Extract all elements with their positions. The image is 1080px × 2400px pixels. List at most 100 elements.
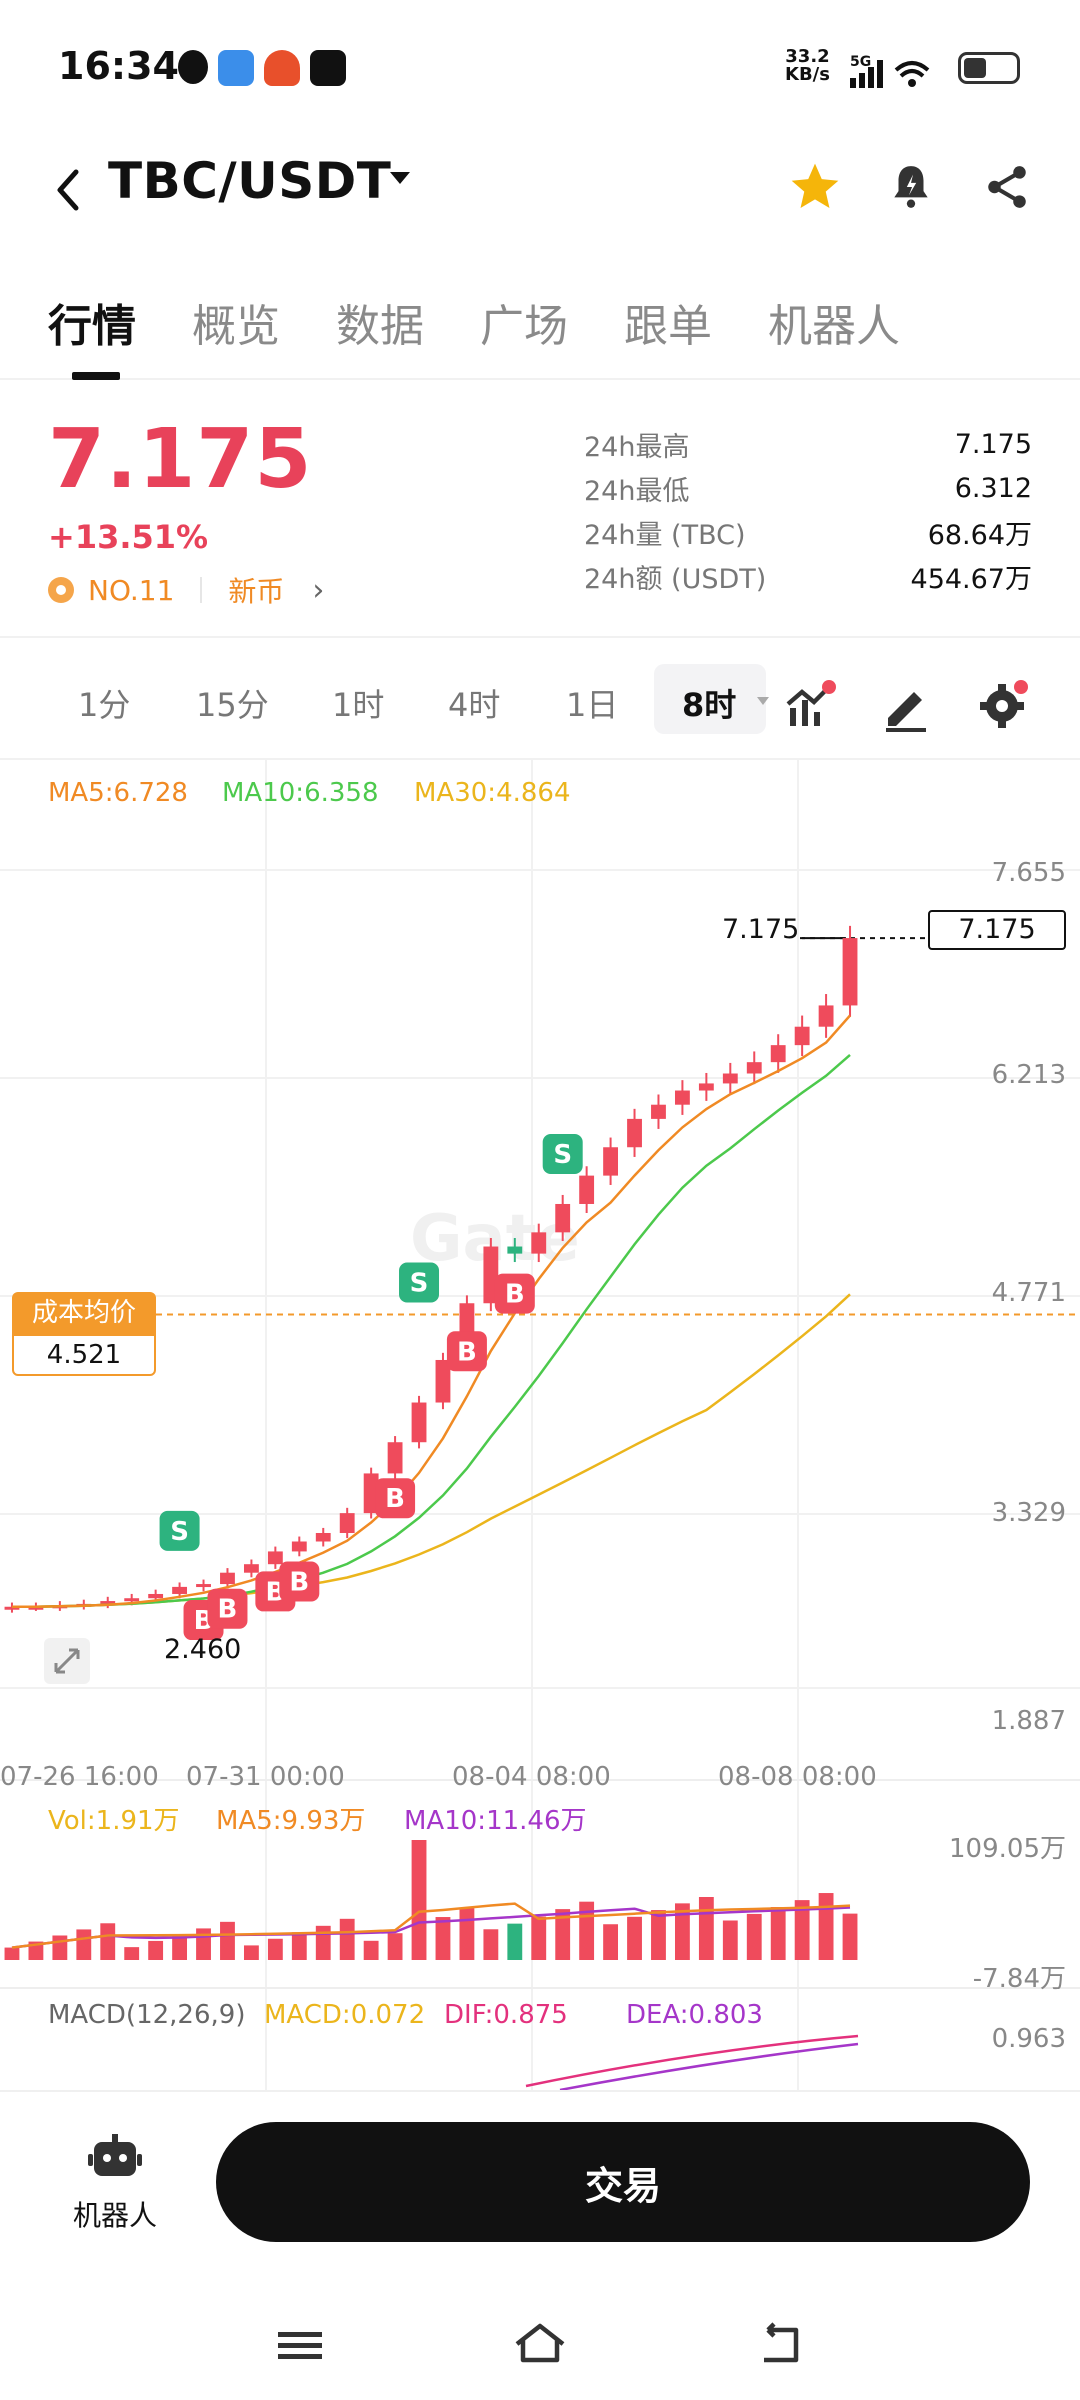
y-tick-label: 4.771: [991, 1278, 1066, 1308]
robot-button[interactable]: 机器人: [60, 2132, 170, 2234]
candle-body: [627, 1118, 642, 1148]
caret-down-icon[interactable]: [388, 170, 412, 186]
volume-bar: [842, 1913, 858, 1960]
price-alert-bell-icon[interactable]: [876, 152, 946, 222]
tab-square[interactable]: 广场: [480, 290, 568, 354]
ma10-legend: MA10:6.358: [222, 778, 379, 808]
volume-bar: [746, 1913, 762, 1960]
y-tick-label: 1.887: [991, 1706, 1066, 1736]
menu-icon[interactable]: [264, 2310, 334, 2380]
tab-copy-trading[interactable]: 跟单: [624, 290, 712, 354]
kline-chart[interactable]: Gate B B B B S B S B B S MA5:6.728 MA10:6.358 MA30…: [0, 760, 1080, 2090]
cost-average-title: 成本均价: [12, 1292, 156, 1334]
status-bar: 16:34 33.2 KB/s 5G: [0, 0, 1080, 140]
caret-down-icon[interactable]: [756, 696, 770, 706]
volume-bar: [196, 1928, 211, 1960]
svg-text:S: S: [410, 1269, 429, 1299]
robot-icon: [88, 2134, 142, 2176]
draw-pen-icon[interactable]: [876, 676, 936, 736]
notification-dot: [1014, 680, 1028, 694]
new-coin-tag: 新币: [228, 575, 285, 608]
volume-bar: [818, 1893, 834, 1960]
pair-title[interactable]: TBC/USDT: [108, 152, 391, 210]
main-tabs: 行情 概览 数据 广场 跟单 机器人: [0, 280, 1080, 380]
macd-top-label: 0.963: [991, 2024, 1066, 2054]
robot-label: 机器人: [72, 2199, 157, 2232]
volume-bar: [651, 1910, 666, 1960]
kline-canvas[interactable]: GateB BB BSBSBBS: [0, 760, 1080, 2090]
volume-bar: [435, 1917, 451, 1960]
buy-marker: B: [446, 1331, 487, 1372]
interval-8h[interactable]: 8时: [654, 664, 766, 734]
candle-body: [818, 1005, 834, 1027]
buy-marker: B: [279, 1561, 320, 1602]
settings-gear-icon[interactable]: [972, 676, 1032, 736]
vol-ma5-legend: MA5:9.93万: [216, 1806, 366, 1836]
interval-bar: 1分 15分 1时 4时 1日 8时: [0, 640, 1080, 760]
volume-bar: [722, 1920, 738, 1960]
favorite-star-icon[interactable]: [780, 152, 850, 222]
active-tab-indicator: [72, 372, 120, 380]
back-nav-icon[interactable]: [746, 2310, 816, 2380]
macd-dif-line: [525, 2034, 859, 2088]
candle-body: [674, 1090, 690, 1105]
rank-coin-icon: [48, 577, 74, 603]
low-price-label: 2.460: [164, 1634, 242, 1665]
indicator-icon[interactable]: [780, 676, 840, 736]
candle-body: [722, 1073, 738, 1084]
macd-title: MACD(12,26,9): [48, 2000, 246, 2030]
candle-body: [339, 1513, 355, 1533]
home-icon[interactable]: [505, 2310, 575, 2380]
candle-body: [267, 1551, 283, 1565]
tab-market[interactable]: 行情: [48, 290, 136, 354]
candle-body: [842, 938, 858, 1006]
tab-data[interactable]: 数据: [336, 290, 424, 354]
volume-bar: [363, 1940, 379, 1960]
x-tick-label: 08-08 08:00: [718, 1762, 877, 1792]
x-tick-label: 07-26 16:00: [0, 1762, 159, 1792]
candle-body: [148, 1593, 164, 1599]
system-nav-bar: [0, 2290, 1080, 2400]
volume-bar: [315, 1925, 331, 1960]
interval-15m[interactable]: 15分: [196, 680, 269, 726]
volume-bar: [459, 1908, 475, 1960]
interval-1d[interactable]: 1日: [566, 680, 618, 726]
y-tick-label: 7.655: [991, 858, 1066, 888]
macd-dea-line: [559, 2042, 859, 2090]
back-arrow-icon[interactable]: [48, 160, 88, 220]
header: TBC/USDT: [0, 140, 1080, 300]
sell-marker: S: [399, 1262, 440, 1303]
cost-average-box: 成本均价 4.521: [12, 1292, 156, 1376]
rank-row[interactable]: NO.11 新币 ›: [48, 570, 324, 610]
candle-body: [243, 1564, 259, 1573]
volume-bar: [100, 1923, 116, 1960]
candle-body: [172, 1586, 188, 1594]
vol-ma10-legend: MA10:11.46万: [404, 1806, 587, 1836]
volume-bar: [243, 1945, 259, 1960]
price-summary: 7.175 +13.51% NO.11 新币 › 24h最高 7.175 24h最…: [0, 380, 1080, 638]
volume-bar: [507, 1923, 523, 1960]
trade-button[interactable]: 交易: [216, 2122, 1030, 2242]
share-icon[interactable]: [972, 152, 1042, 222]
interval-1h[interactable]: 1时: [332, 680, 384, 726]
notification-dot: [822, 680, 836, 694]
tab-robot[interactable]: 机器人: [768, 290, 900, 354]
volume-bar: [76, 1929, 92, 1960]
svg-text:B: B: [218, 1595, 238, 1625]
volume-bar: [148, 1940, 164, 1960]
sell-marker: S: [159, 1510, 200, 1551]
x-tick-label: 07-31 00:00: [186, 1762, 345, 1792]
ma5-legend: MA5:6.728: [48, 778, 188, 808]
interval-4h[interactable]: 4时: [448, 680, 500, 726]
expand-icon[interactable]: [44, 1638, 90, 1684]
interval-1m[interactable]: 1分: [78, 680, 130, 726]
svg-text:S: S: [170, 1517, 189, 1547]
candle-body: [411, 1402, 427, 1443]
volume-bar: [531, 1916, 547, 1960]
svg-text:B: B: [385, 1484, 405, 1514]
rank-number: NO.11: [88, 573, 175, 607]
app-icon: [218, 50, 254, 86]
candle-body: [315, 1532, 331, 1542]
tab-overview[interactable]: 概览: [192, 290, 280, 354]
signal-icon: 5G: [850, 54, 930, 88]
